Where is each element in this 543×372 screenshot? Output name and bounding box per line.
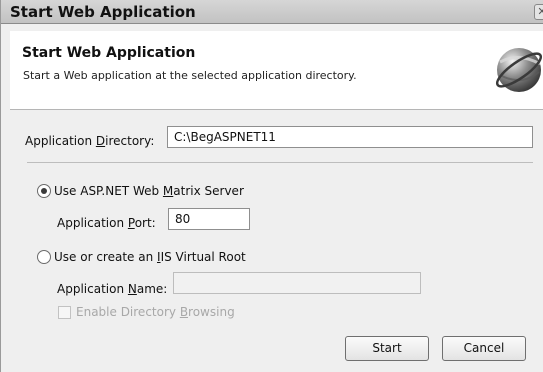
radio-matrix-server[interactable] (37, 184, 51, 198)
application-port-label: Application Port: (57, 216, 156, 230)
close-button[interactable]: ✕ (534, 4, 543, 20)
header-title: Start Web Application (22, 45, 196, 61)
radio-iis-virtual-root[interactable] (37, 250, 51, 264)
enable-directory-browsing-label[interactable]: Enable Directory Browsing (76, 305, 235, 319)
radio-selected-dot (41, 188, 47, 194)
separator (27, 162, 533, 163)
application-directory-input[interactable]: C:\BegASPNET11 (167, 126, 533, 148)
title-bar[interactable]: Start Web Application ✕ (1, 0, 543, 24)
header-subtitle: Start a Web application at the selected … (23, 69, 357, 82)
cancel-button[interactable]: Cancel (442, 336, 526, 361)
start-web-application-dialog: Start Web Application ✕ Start Web Applic… (0, 0, 543, 372)
application-port-value: 80 (175, 212, 191, 226)
application-name-input[interactable] (173, 272, 421, 294)
application-name-label: Application Name: (57, 282, 168, 296)
start-button[interactable]: Start (345, 336, 429, 361)
dialog-header: Start Web Application Start a Web applic… (10, 31, 543, 110)
application-port-input[interactable]: 80 (168, 208, 250, 230)
enable-directory-browsing-checkbox[interactable] (58, 306, 71, 319)
matrix-server-label[interactable]: Use ASP.NET Web Matrix Server (54, 184, 244, 198)
close-icon: ✕ (537, 5, 543, 18)
application-directory-value: C:\BegASPNET11 (174, 130, 276, 144)
application-directory-label: Application Directory: (25, 134, 155, 148)
iis-virtual-root-label[interactable]: Use or create an IIS Virtual Root (54, 250, 246, 264)
globe-icon (495, 48, 543, 92)
window-title: Start Web Application (10, 3, 196, 21)
